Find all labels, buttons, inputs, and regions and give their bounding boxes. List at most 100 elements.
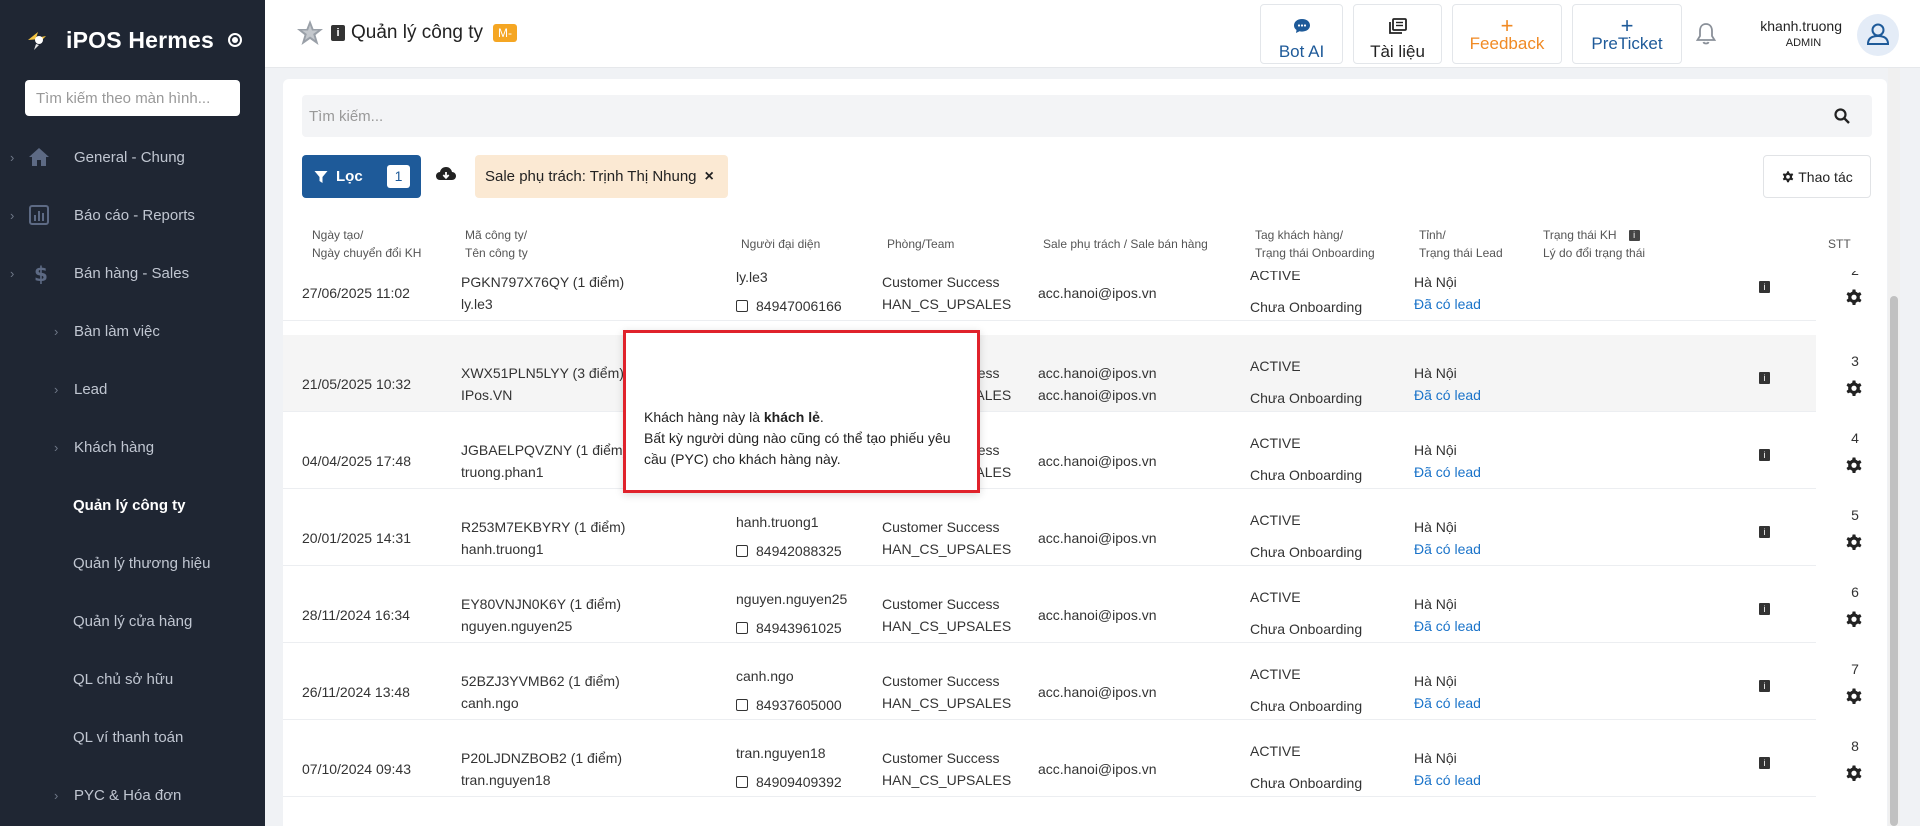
cell-lead-link[interactable]: Đã có lead (1414, 769, 1481, 791)
sidebar-item-10[interactable]: QL ví thanh toán (0, 708, 265, 766)
cell-lead-link[interactable]: Đã có lead (1414, 615, 1481, 637)
th-company[interactable]: Mã công ty/ Tên công ty (465, 226, 528, 262)
th-created[interactable]: Ngày tạo/ Ngày chuyển đổi KH (312, 226, 421, 262)
cell-date: 28/11/2024 16:34 (302, 607, 410, 623)
sidebar-item-6[interactable]: Quản lý công ty (0, 476, 265, 534)
cell-lead-link[interactable]: Đã có lead (1414, 293, 1481, 315)
sidebar-item-7[interactable]: Quản lý thương hiệu (0, 534, 265, 592)
info-icon[interactable]: i (331, 25, 345, 41)
table-row[interactable]: 27/06/2025 11:02 PGKN797X76QY (1 điểm) ly.… (283, 271, 1862, 321)
brand[interactable]: iPOS Hermes (0, 0, 265, 80)
cell-lead-link[interactable]: Đã có lead (1414, 461, 1481, 483)
cell-company-code[interactable]: PGKN797X76QY (1 điểm) (461, 271, 624, 293)
th-team[interactable]: Phòng/Team (887, 235, 954, 253)
th-province-line1: Tỉnh/ (1419, 228, 1446, 242)
brand-toggle-icon[interactable] (227, 33, 242, 47)
gear-icon[interactable] (1844, 455, 1864, 475)
docs-button[interactable]: Tài liệu (1353, 4, 1442, 64)
info-icon[interactable]: i (1628, 230, 1640, 242)
info-icon[interactable]: i (1759, 680, 1770, 692)
cell-sale: acc.hanoi@ipos.vn (1038, 607, 1157, 623)
bot-ai-button[interactable]: Bot AI (1260, 4, 1343, 64)
chart-icon (29, 205, 49, 225)
table-row[interactable]: 28/11/2024 16:34 EY80VNJN0K6Y (1 điểm) ngu… (283, 566, 1862, 643)
th-sale[interactable]: Sale phụ trách / Sale bán hàng (1043, 235, 1208, 253)
cell-company-code[interactable]: R253M7EKBYRY (1 điểm) (461, 516, 625, 538)
sidebar-item-3[interactable]: › Bàn làm việc (0, 302, 265, 360)
cell-province: Hà Nội (1414, 750, 1457, 766)
cell-lead-link[interactable]: Đã có lead (1414, 692, 1481, 714)
th-status[interactable]: Trạng thái KH i Lý do đổi trạng thái (1543, 226, 1645, 262)
table-row[interactable]: 21/05/2025 10:32 XWX51PLN5LYY (3 điểm) IPo… (283, 335, 1862, 412)
phone-number: 84937605000 (756, 697, 842, 713)
cell-company-code[interactable]: JGBAELPQVZNY (1 điểm) (461, 439, 627, 461)
sidebar-item-4[interactable]: › Lead (0, 360, 265, 418)
sidebar-item-5[interactable]: › Khách hàng (0, 418, 265, 476)
cell-onboarding: Chưa Onboarding (1250, 299, 1363, 315)
sidebar-item-2[interactable]: › $ Bán hàng - Sales (0, 244, 265, 302)
avatar[interactable] (1857, 14, 1899, 56)
table-row[interactable]: 26/11/2024 13:48 52BZJ3YVMB62 (1 điểm) can… (283, 643, 1862, 720)
table-row[interactable]: 20/01/2025 14:31 R253M7EKBYRY (1 điểm) han… (283, 489, 1862, 566)
cell-company-code[interactable]: EY80VNJN0K6Y (1 điểm) (461, 593, 621, 615)
cell-company-code[interactable]: P20LJDNZBOB2 (1 điểm) (461, 747, 622, 769)
actions-button[interactable]: Thao tác (1763, 155, 1871, 198)
th-tag[interactable]: Tag khách hàng/ Trạng thái Onboarding (1255, 226, 1375, 262)
search-icon[interactable] (1834, 108, 1850, 124)
th-stt[interactable]: STT (1828, 235, 1851, 253)
phone-icon (736, 545, 748, 557)
info-icon[interactable]: i (1759, 449, 1770, 461)
info-icon[interactable]: i (1759, 526, 1770, 538)
gear-icon[interactable] (1844, 378, 1864, 398)
table-row[interactable]: 04/04/2025 17:48 JGBAELPQVZNY (1 điểm) tru… (283, 412, 1862, 489)
sidebar-item-0[interactable]: › General - Chung (0, 128, 265, 186)
info-icon[interactable]: i (1759, 757, 1770, 769)
search-input[interactable] (302, 95, 1802, 137)
gear-icon[interactable] (1844, 609, 1864, 629)
cell-company-code[interactable]: 52BZJ3YVMB62 (1 điểm) (461, 670, 620, 692)
cell-province: Hà Nội (1414, 365, 1457, 381)
bell-icon[interactable] (1695, 22, 1717, 46)
sidebar-item-1[interactable]: › Báo cáo - Reports (0, 186, 265, 244)
cell-stt: 8 (1851, 738, 1859, 754)
filter-button[interactable]: Lọc 1 (302, 155, 421, 198)
table-row[interactable]: 07/10/2024 09:43 P20LJDNZBOB2 (1 điểm) tra… (283, 720, 1862, 797)
hermes-logo-icon (28, 32, 46, 50)
cell-company-code[interactable]: XWX51PLN5LYY (3 điểm) (461, 362, 624, 384)
scrollbar[interactable] (1888, 68, 1900, 826)
th-province[interactable]: Tỉnh/ Trạng thái Lead (1419, 226, 1503, 262)
sidebar-item-9[interactable]: QL chủ sở hữu (0, 650, 265, 708)
gear-icon[interactable] (1844, 763, 1864, 783)
cell-team-1: Customer Success (882, 673, 1000, 689)
scrollbar-thumb[interactable] (1890, 296, 1898, 826)
sidebar-item-11[interactable]: › PYC & Hóa đơn (0, 766, 265, 824)
cell-stt: 5 (1851, 507, 1859, 523)
sidebar-item-label: Khách hàng (74, 438, 155, 456)
gear-icon[interactable] (1844, 532, 1864, 552)
feedback-button[interactable]: + Feedback (1452, 4, 1562, 64)
chat-icon (1261, 18, 1342, 38)
sidebar-search-input[interactable] (25, 80, 240, 116)
cell-sale: acc.hanoi@ipos.vn (1038, 530, 1157, 546)
info-icon[interactable]: i (1759, 281, 1770, 293)
info-icon[interactable]: i (1759, 372, 1770, 384)
cell-lead-link[interactable]: Đã có lead (1414, 538, 1481, 560)
user-info[interactable]: khanh.truong ADMIN (1735, 18, 1842, 49)
cloud-download-icon[interactable] (435, 165, 457, 185)
cell-date: 07/10/2024 09:43 (302, 761, 411, 777)
close-icon[interactable]: × (705, 168, 714, 186)
filter-chip[interactable]: Sale phụ trách: Trịnh Thị Nhung × (475, 155, 728, 198)
gear-icon[interactable] (1844, 287, 1864, 307)
cell-date: 27/06/2025 11:02 (302, 285, 410, 301)
bot-ai-label: Bot AI (1278, 42, 1325, 61)
cell-lead-link[interactable]: Đã có lead (1414, 384, 1481, 406)
star-icon[interactable] (295, 18, 325, 48)
cell-province: Hà Nội (1414, 519, 1457, 535)
th-tag-line1: Tag khách hàng/ (1255, 228, 1344, 242)
gear-icon[interactable] (1844, 686, 1864, 706)
preticket-button[interactable]: + PreTicket (1572, 4, 1682, 64)
info-icon[interactable]: i (1759, 603, 1770, 615)
cell-province: Hà Nội (1414, 274, 1457, 290)
sidebar-item-8[interactable]: Quản lý cửa hàng (0, 592, 265, 650)
th-rep[interactable]: Người đại diện (741, 235, 820, 253)
